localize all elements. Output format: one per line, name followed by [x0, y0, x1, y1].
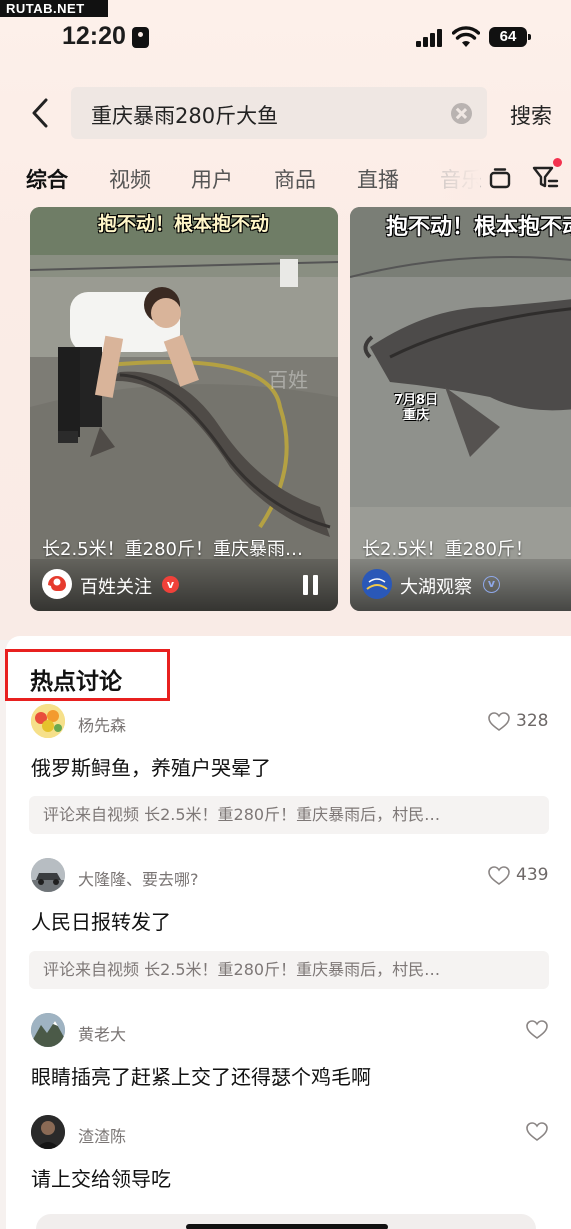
tab-users[interactable]: 用户	[191, 164, 233, 194]
svg-text:百姓: 百姓	[268, 368, 308, 392]
battery-indicator: 64	[489, 27, 531, 47]
video-overlay-text: 抱不动！根本抱不动	[98, 213, 270, 235]
author-name[interactable]: 百姓关注	[80, 573, 152, 599]
comment-username[interactable]: 渣渣陈	[78, 1123, 126, 1147]
comment-username[interactable]: 黄老大	[78, 1021, 126, 1045]
video-footer-shade	[30, 559, 338, 611]
tab-products[interactable]: 商品	[274, 164, 316, 194]
comment-text: 眼睛插亮了赶紧上交了还得瑟个鸡毛啊	[31, 1065, 371, 1089]
filter-icon[interactable]	[531, 163, 559, 191]
verified-badge-icon: v	[162, 576, 179, 593]
status-time: 12:20	[62, 22, 126, 50]
heart-icon[interactable]	[526, 1020, 548, 1040]
video-overlay-text: 抱不动！根本抱不动	[386, 215, 571, 240]
heart-icon[interactable]	[488, 866, 510, 886]
video-card[interactable]: 抱不动！根本抱不动 7月8日 重庆 长2.5米！重280斤！ 大湖观察 v	[350, 207, 571, 611]
search-query: 重庆暴雨280斤大鱼	[91, 104, 279, 128]
video-title: 长2.5米！重280斤！重庆暴雨…	[42, 539, 303, 560]
section-title: 热点讨论	[30, 669, 122, 695]
video-card[interactable]: 百姓 抱不动！根本抱不动 长2.5米！重280斤！重庆暴雨… 百姓关注 v	[30, 207, 338, 611]
tab-live[interactable]: 直播	[357, 164, 399, 194]
flowers-avatar-icon	[31, 704, 65, 738]
filter-notification-dot	[553, 158, 562, 167]
avatar[interactable]	[31, 704, 65, 738]
search-input[interactable]: 重庆暴雨280斤大鱼	[71, 87, 487, 139]
avatar[interactable]	[31, 1115, 65, 1149]
baixing-logo-icon	[43, 570, 71, 598]
cellular-signal-icon	[416, 29, 443, 47]
comment-username[interactable]: 杨先森	[78, 712, 126, 736]
like-count: 328	[516, 711, 549, 731]
pause-icon[interactable]	[302, 575, 320, 595]
tab-layout-icon[interactable]	[489, 167, 511, 191]
author-name[interactable]: 大湖观察	[400, 573, 472, 599]
comment-source-video[interactable]: 评论来自视频 长2.5米！重280斤！重庆暴雨后，村民…	[29, 951, 549, 989]
home-indicator	[186, 1224, 388, 1229]
focus-mode-icon	[132, 27, 149, 48]
wifi-icon	[452, 26, 480, 47]
avatar[interactable]	[42, 569, 72, 599]
heart-icon[interactable]	[526, 1122, 548, 1142]
comment-text: 请上交给领导吃	[31, 1167, 171, 1191]
video-title: 长2.5米！重280斤！	[362, 539, 533, 560]
avatar[interactable]	[362, 569, 392, 599]
avatar[interactable]	[31, 1013, 65, 1047]
person-avatar-icon	[31, 1115, 65, 1149]
tabs-fade-overlay	[430, 160, 480, 200]
search-tabs: 综合 视频 用户 商品 直播 音乐	[0, 160, 571, 200]
back-button[interactable]	[28, 96, 54, 130]
comment-text: 俄罗斯鲟鱼，养殖户哭晕了	[31, 756, 271, 780]
avatar[interactable]	[31, 858, 65, 892]
car-avatar-icon	[31, 858, 65, 892]
like-count: 439	[516, 865, 549, 885]
tab-video[interactable]: 视频	[109, 164, 151, 194]
verified-badge-icon: v	[483, 576, 500, 593]
heart-icon[interactable]	[488, 712, 510, 732]
search-button[interactable]: 搜索	[510, 100, 552, 130]
tab-comprehensive[interactable]: 综合	[26, 164, 68, 194]
comment-username[interactable]: 大隆隆、要去哪?	[78, 866, 199, 890]
date-label-text: 7月8日 重庆	[394, 393, 439, 423]
comment-text: 人民日报转发了	[31, 910, 171, 934]
watermark: RUTAB.NET	[0, 0, 108, 17]
mountain-avatar-icon	[31, 1013, 65, 1047]
clear-icon[interactable]	[451, 103, 472, 124]
video-date-label: 7月8日 重庆	[394, 393, 438, 423]
comment-source-video[interactable]: 评论来自视频 长2.5米！重280斤！重庆暴雨后，村民…	[29, 796, 549, 834]
dahu-logo-icon	[363, 570, 391, 598]
